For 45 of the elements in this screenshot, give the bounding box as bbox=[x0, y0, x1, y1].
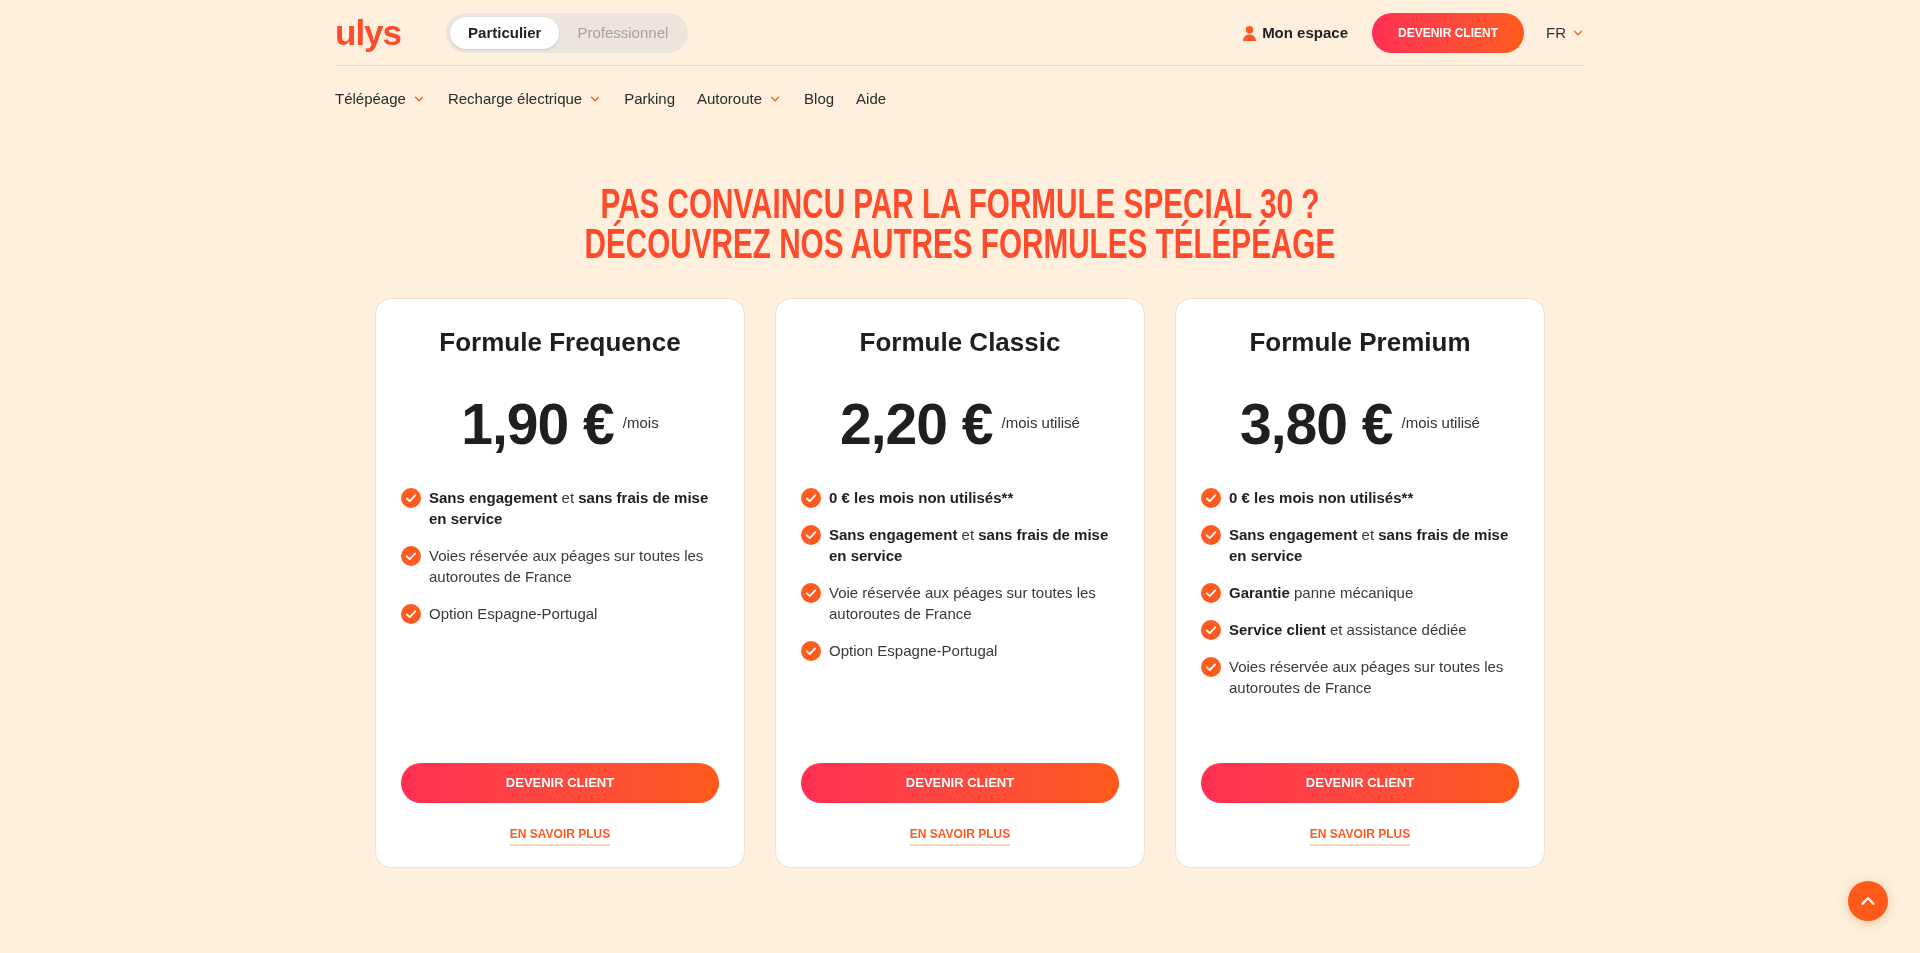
plan-price: 3,80 € bbox=[1240, 392, 1393, 456]
price-period: /mois bbox=[622, 413, 659, 433]
check-icon bbox=[401, 603, 421, 624]
plan-title: Formule Premium bbox=[1249, 326, 1471, 358]
plan-price: 2,20 € bbox=[840, 392, 993, 456]
account-link[interactable]: Mon espace bbox=[1243, 21, 1348, 45]
check-icon bbox=[801, 524, 821, 545]
feature-text: Voies réservée aux péages sur toutes les autoroutes de France bbox=[429, 546, 705, 587]
feature-text: Voie réservée aux péages sur toutes les autoroutes de France bbox=[829, 583, 1097, 624]
plan-title: Formule Classic bbox=[859, 326, 1061, 358]
feature-text: Service client et assistance dédiée bbox=[1229, 620, 1467, 640]
check-icon bbox=[1201, 656, 1221, 677]
check-icon bbox=[401, 487, 421, 508]
check-icon bbox=[1201, 619, 1221, 640]
section-heading: PAS CONVAINCU PAR LA FORMULE SPECIAL 30 ? DÉCOUVREZ NOS AUTRES FORMULES TÉLÉPÉAGE bbox=[584, 183, 1336, 263]
nav-item[interactable]: Télépéage bbox=[335, 89, 426, 109]
feature-text: Sans engagement et sans frais de mise en service bbox=[829, 525, 1110, 566]
nav-item[interactable]: Recharge électrique bbox=[447, 89, 603, 109]
check-icon bbox=[1201, 582, 1221, 603]
feature-text: Option Espagne-Portugal bbox=[829, 641, 998, 661]
check-icon bbox=[801, 582, 821, 603]
plan-title: Formule Frequence bbox=[439, 326, 681, 358]
nav-item[interactable]: Autoroute bbox=[697, 89, 783, 109]
check-icon bbox=[801, 640, 821, 661]
check-icon bbox=[1201, 524, 1221, 545]
segment-tab[interactable]: Particulier bbox=[450, 17, 560, 49]
scroll-top-button[interactable] bbox=[1848, 881, 1888, 921]
nav-item[interactable]: Aide bbox=[856, 89, 887, 109]
feature-text: 0 € les mois non utilisés** bbox=[1229, 488, 1414, 508]
user-icon bbox=[1243, 25, 1257, 41]
check-icon bbox=[801, 487, 821, 508]
check-icon bbox=[1201, 487, 1221, 508]
check-icon bbox=[401, 545, 421, 566]
plan-price: 1,90 € bbox=[461, 392, 614, 456]
price-period: /mois utilisé bbox=[1001, 413, 1080, 433]
feature-text: Voies réservée aux péages sur toutes les autoroutes de France bbox=[1229, 657, 1505, 698]
language-selector[interactable]: FR bbox=[1546, 21, 1585, 45]
feature-text: Option Espagne-Portugal bbox=[429, 604, 598, 624]
nav-item[interactable]: Blog bbox=[804, 89, 835, 109]
feature-text: Sans engagement et sans frais de mise en service bbox=[429, 488, 710, 529]
nav-item[interactable]: Parking bbox=[624, 89, 675, 109]
feature-text: 0 € les mois non utilisés** bbox=[829, 488, 1014, 508]
feature-text: Garantie panne mécanique bbox=[1229, 583, 1414, 603]
price-period: /mois utilisé bbox=[1401, 413, 1480, 433]
feature-text: Sans engagement et sans frais de mise en service bbox=[1229, 525, 1510, 566]
